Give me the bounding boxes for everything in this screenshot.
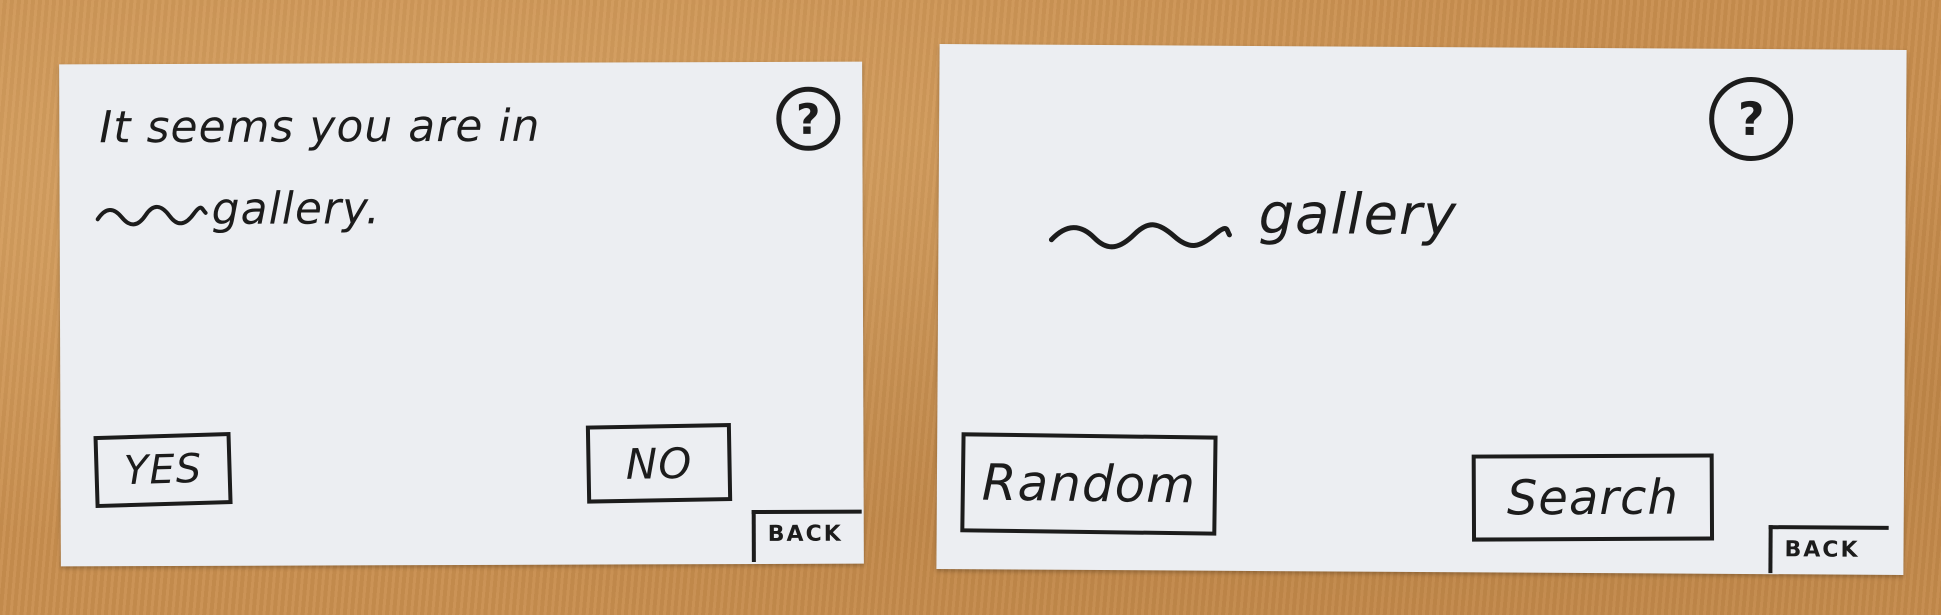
back-button[interactable]: BACK	[751, 509, 862, 562]
no-button[interactable]: NO	[585, 423, 733, 504]
search-button[interactable]: Search	[1471, 453, 1715, 542]
gallery-title: gallery	[1258, 182, 1458, 249]
help-icon[interactable]: ?	[1708, 76, 1794, 162]
prompt-line-2: gallery.	[211, 183, 381, 235]
yes-button[interactable]: YES	[93, 432, 233, 509]
back-button[interactable]: BACK	[1768, 525, 1889, 574]
prompt-line-1: It seems you are in	[99, 100, 541, 154]
gallery-screen-card: gallery ? Random Search BACK	[936, 44, 1907, 575]
gallery-name-placeholder-squiggle	[95, 204, 208, 227]
help-icon[interactable]: ?	[776, 86, 841, 151]
gallery-name-placeholder-squiggle	[1048, 222, 1232, 250]
random-button[interactable]: Random	[960, 432, 1218, 536]
confirm-screen-card: It seems you are in gallery. ? YES NO BA…	[59, 61, 864, 567]
